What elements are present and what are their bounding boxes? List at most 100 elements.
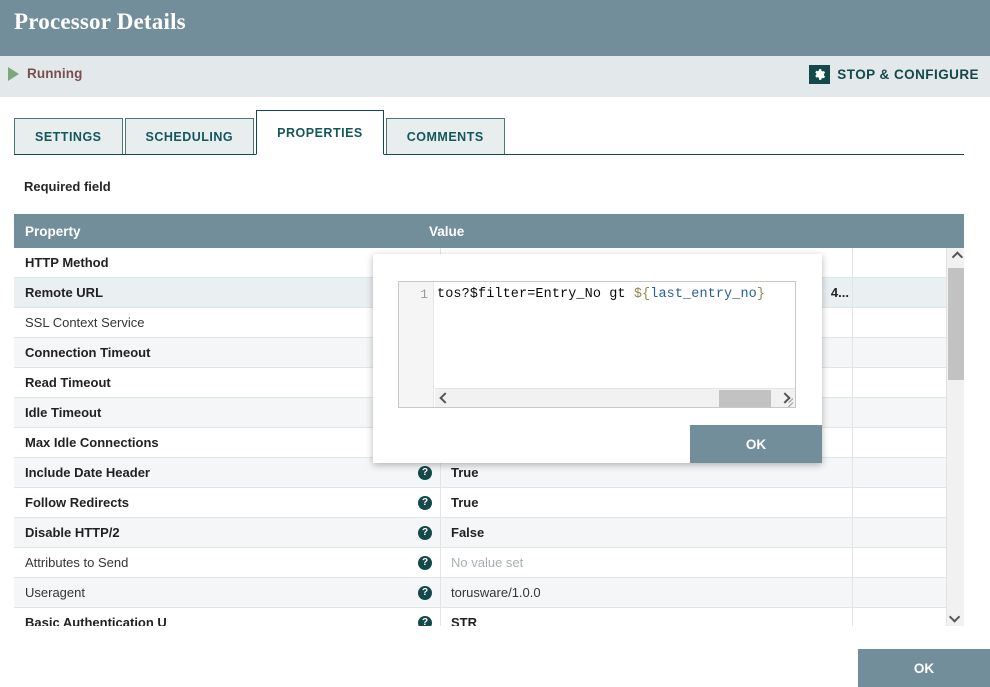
column-divider bbox=[852, 608, 853, 626]
vertical-scroll-thumb[interactable] bbox=[948, 268, 964, 380]
processor-status: Running bbox=[8, 66, 82, 81]
footer-ok-button[interactable]: OK bbox=[858, 649, 990, 687]
page-title: Processor Details bbox=[14, 9, 186, 34]
gear-icon bbox=[809, 65, 831, 84]
column-header-value: Value bbox=[429, 223, 465, 239]
help-icon[interactable]: ? bbox=[418, 615, 432, 626]
property-name-cell: Attributes to Send bbox=[25, 555, 129, 570]
chevron-left-icon bbox=[438, 392, 451, 404]
question-mark-icon: ? bbox=[418, 495, 432, 510]
tab-scheduling[interactable]: SCHEDULING bbox=[124, 118, 255, 155]
footer-divider bbox=[0, 636, 990, 637]
property-value-cell[interactable]: False bbox=[451, 525, 484, 540]
question-mark-icon: ? bbox=[418, 585, 432, 600]
property-name-cell: Max Idle Connections bbox=[25, 435, 159, 450]
property-name-cell: Connection Timeout bbox=[25, 345, 151, 360]
editor-horizontal-scrollbar[interactable] bbox=[435, 388, 795, 407]
column-divider bbox=[440, 548, 441, 578]
play-icon bbox=[8, 66, 19, 81]
table-row[interactable]: Follow Redirects? True bbox=[14, 488, 964, 518]
property-name-cell: Include Date Header bbox=[25, 465, 150, 480]
status-label: Running bbox=[27, 66, 83, 81]
property-value-cell[interactable]: True bbox=[451, 465, 478, 480]
column-divider bbox=[852, 398, 853, 428]
table-vertical-scrollbar[interactable] bbox=[946, 248, 964, 626]
code-open-brace: ${ bbox=[633, 287, 651, 302]
property-name-cell: SSL Context Service bbox=[25, 315, 145, 330]
stop-and-configure-label: STOP & CONFIGURE bbox=[837, 67, 979, 82]
property-name-cell: Read Timeout bbox=[25, 375, 111, 390]
tab-underline bbox=[14, 154, 964, 155]
editor-gutter: 1 bbox=[399, 282, 434, 407]
property-name-cell: Follow Redirects bbox=[25, 495, 130, 510]
question-mark-icon: ? bbox=[418, 615, 432, 626]
table-row[interactable]: Attributes to Send? No value set bbox=[14, 548, 964, 578]
tab-comments[interactable]: COMMENTS bbox=[385, 118, 505, 155]
line-number: 1 bbox=[420, 287, 428, 302]
table-header-row: Property Value bbox=[14, 214, 964, 248]
property-value-cell[interactable]: True bbox=[451, 495, 478, 510]
column-divider bbox=[440, 578, 441, 608]
chevron-up-icon bbox=[951, 251, 964, 263]
scroll-up-button[interactable] bbox=[947, 248, 964, 266]
column-divider bbox=[440, 518, 441, 548]
table-row[interactable]: Useragent? torusware/1.0.0 bbox=[14, 578, 964, 608]
tab-comments-label: COMMENTS bbox=[406, 130, 484, 144]
property-value-cell[interactable]: 4... bbox=[831, 285, 849, 300]
horizontal-scroll-thumb[interactable] bbox=[719, 390, 771, 407]
tab-strip: SETTINGS SCHEDULING PROPERTIES COMMENTS bbox=[0, 97, 990, 158]
table-row[interactable]: Basic Authentication U? STR bbox=[14, 608, 964, 626]
property-value-cell[interactable]: torusware/1.0.0 bbox=[451, 585, 541, 600]
property-value-cell[interactable]: No value set bbox=[451, 555, 523, 570]
code-editor[interactable]: 1 tos?$filter=Entry_No gt ${last_entry_n… bbox=[398, 281, 796, 408]
help-icon[interactable]: ? bbox=[418, 585, 432, 600]
help-icon[interactable]: ? bbox=[418, 465, 432, 480]
column-divider bbox=[852, 458, 853, 488]
column-divider bbox=[852, 578, 853, 608]
property-name-cell: Useragent bbox=[25, 585, 85, 600]
table-row[interactable]: Disable HTTP/2? False bbox=[14, 518, 964, 548]
property-name-cell: Idle Timeout bbox=[25, 405, 102, 420]
resize-grip-icon[interactable] bbox=[781, 393, 794, 407]
column-divider bbox=[852, 278, 853, 308]
column-divider bbox=[852, 548, 853, 578]
value-editor-dialog: 1 tos?$filter=Entry_No gt ${last_entry_n… bbox=[373, 254, 822, 463]
tab-settings[interactable]: SETTINGS bbox=[14, 118, 123, 155]
property-name-cell: Basic Authentication U bbox=[25, 615, 167, 626]
tab-properties[interactable]: PROPERTIES bbox=[256, 110, 384, 155]
chevron-down-icon bbox=[948, 611, 961, 623]
code-variable: last_entry_no bbox=[650, 287, 757, 302]
window-title-bar: Processor Details bbox=[0, 0, 990, 56]
status-strip: Running STOP & CONFIGURE bbox=[0, 56, 990, 97]
help-icon[interactable]: ? bbox=[418, 525, 432, 540]
column-divider bbox=[852, 338, 853, 368]
tab-settings-label: SETTINGS bbox=[35, 130, 102, 144]
column-divider bbox=[852, 488, 853, 518]
column-divider bbox=[852, 368, 853, 398]
code-prefix: tos?$filter=Entry_No gt bbox=[437, 287, 634, 302]
column-divider bbox=[852, 518, 853, 548]
scroll-down-button[interactable] bbox=[947, 608, 964, 626]
column-divider bbox=[852, 248, 853, 278]
tab-properties-label: PROPERTIES bbox=[277, 125, 363, 140]
help-icon[interactable]: ? bbox=[418, 555, 432, 570]
property-name-cell: HTTP Method bbox=[25, 255, 109, 270]
processor-details-window: Processor Details Running STOP & CONFIGU… bbox=[0, 0, 990, 687]
tab-scheduling-label: SCHEDULING bbox=[145, 130, 234, 144]
column-divider bbox=[852, 428, 853, 458]
column-divider bbox=[440, 608, 441, 626]
help-icon[interactable]: ? bbox=[418, 495, 432, 510]
question-mark-icon: ? bbox=[418, 465, 432, 480]
property-value-cell[interactable]: STR bbox=[451, 615, 477, 626]
property-name-cell: Remote URL bbox=[25, 285, 104, 300]
column-divider bbox=[440, 488, 441, 518]
column-divider bbox=[852, 308, 853, 338]
column-header-property: Property bbox=[25, 223, 81, 239]
question-mark-icon: ? bbox=[418, 555, 432, 570]
dialog-ok-button[interactable]: OK bbox=[690, 425, 822, 463]
code-editor-text: tos?$filter=Entry_No gt ${last_entry_no} bbox=[437, 287, 765, 302]
scroll-left-button[interactable] bbox=[435, 389, 454, 407]
tab-list: SETTINGS SCHEDULING PROPERTIES COMMENTS bbox=[14, 109, 507, 155]
stop-and-configure-button[interactable]: STOP & CONFIGURE bbox=[809, 65, 979, 84]
property-name-cell: Disable HTTP/2 bbox=[25, 525, 120, 540]
